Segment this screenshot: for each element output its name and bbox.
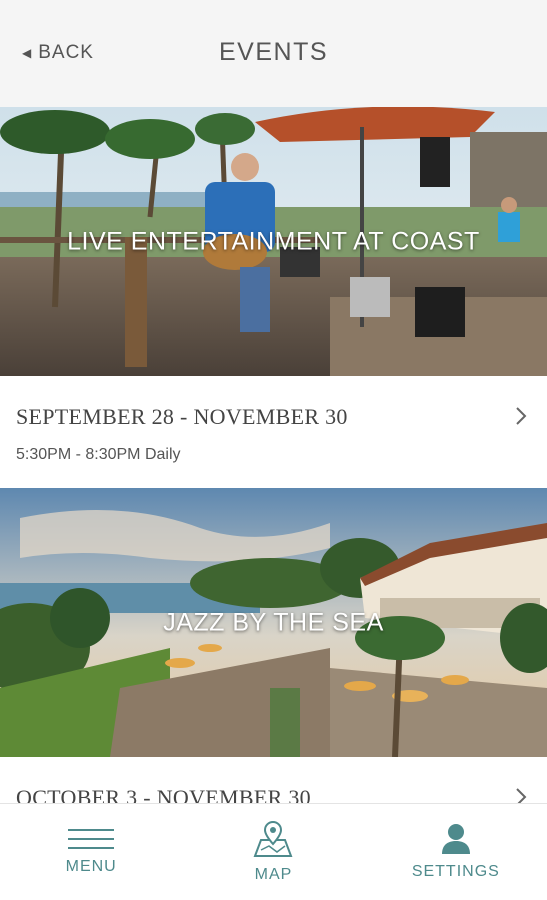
event-info-row[interactable]: OCTOBER 3 - NOVEMBER 30	[0, 757, 547, 803]
event-dates: SEPTEMBER 28 - NOVEMBER 30	[16, 404, 348, 429]
chevron-right-icon	[516, 788, 527, 803]
nav-settings-label: SETTINGS	[411, 863, 500, 880]
menu-icon	[68, 829, 115, 849]
event-title: LIVE ENTERTAINMENT AT COAST	[67, 227, 480, 255]
event-dates: OCTOBER 3 - NOVEMBER 30	[16, 785, 311, 803]
nav-map[interactable]: MAP	[182, 804, 364, 900]
events-list[interactable]: LIVE ENTERTAINMENT AT COAST SEPTEMBER 28…	[0, 107, 547, 803]
nav-menu[interactable]: MENU	[0, 804, 182, 900]
event-image-card[interactable]: JAZZ BY THE SEA	[0, 488, 547, 757]
nav-settings[interactable]: SETTINGS	[365, 804, 547, 900]
nav-menu-label: MENU	[65, 858, 117, 875]
header-bar: ◀ BACK EVENTS	[0, 0, 547, 107]
chevron-right-icon	[516, 407, 527, 425]
user-icon	[441, 824, 470, 854]
bottom-navigation: MENU MAP SETTINGS	[0, 803, 547, 900]
event-info-row[interactable]: SEPTEMBER 28 - NOVEMBER 30 5:30PM - 8:30…	[0, 376, 547, 488]
event-image-card[interactable]: LIVE ENTERTAINMENT AT COAST	[0, 107, 547, 376]
map-icon	[254, 821, 293, 857]
nav-map-label: MAP	[254, 866, 293, 883]
event-title: JAZZ BY THE SEA	[163, 608, 384, 636]
page-title: EVENTS	[218, 38, 329, 66]
event-time: 5:30PM - 8:30PM Daily	[16, 446, 181, 463]
